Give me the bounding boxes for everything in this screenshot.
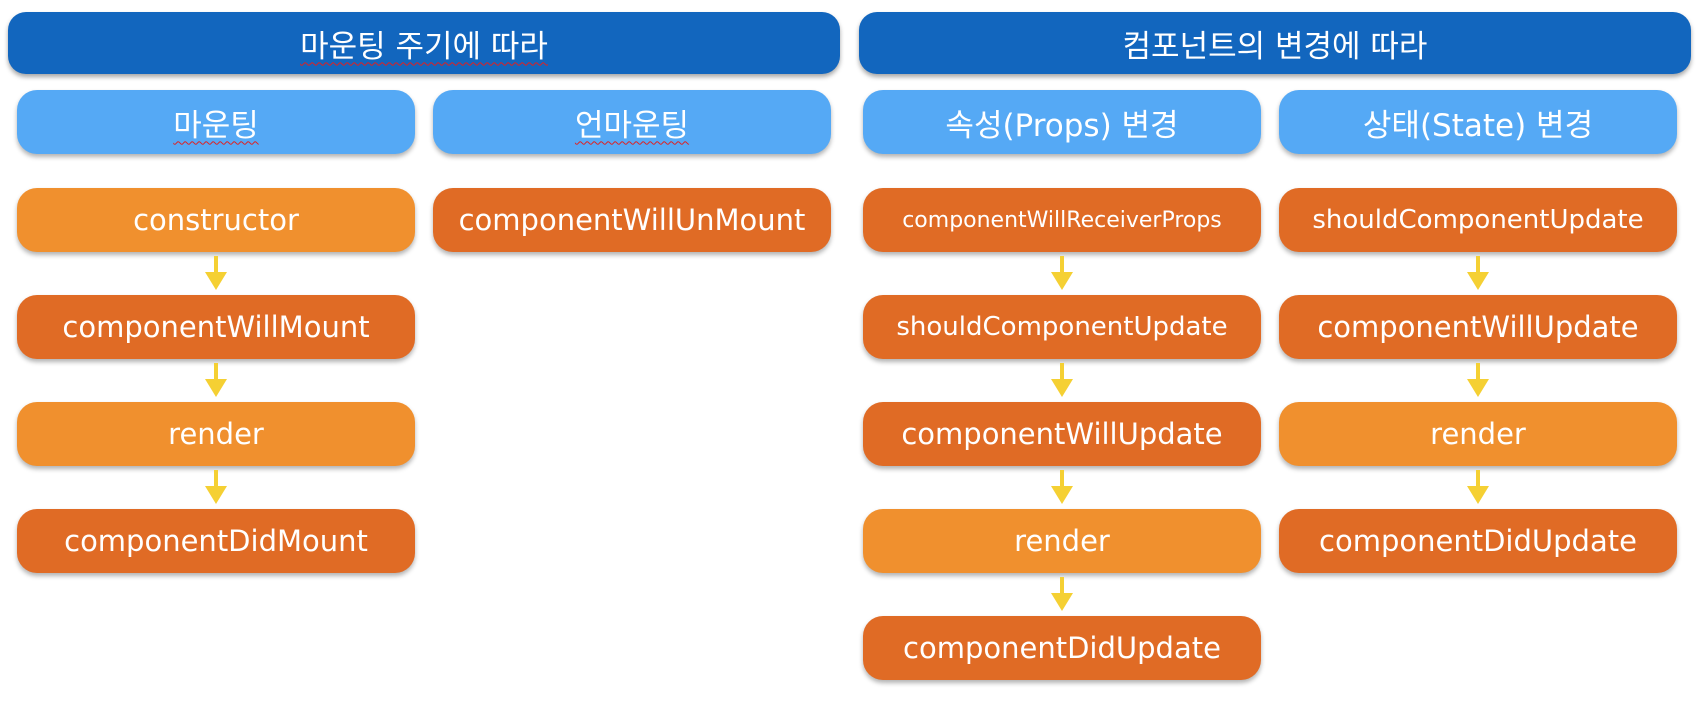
down-arrow-icon	[205, 256, 227, 290]
subheader-unmounting-label: 언마운팅	[574, 107, 690, 144]
down-arrow-icon	[1467, 256, 1489, 290]
step-should-component-update: shouldComponentUpdate	[863, 295, 1261, 359]
subheader-mounting: 마운팅	[17, 90, 415, 154]
step-constructor: constructor	[17, 188, 415, 252]
step-label: componentDidUpdate	[903, 631, 1221, 665]
subheader-state-change-label: 상태(State) 변경	[1362, 107, 1594, 144]
header-component-change: 컴포넌트의 변경에 따라	[859, 12, 1691, 74]
step-render: render	[863, 509, 1261, 573]
step-label: componentWillUpdate	[901, 417, 1223, 451]
step-label: componentDidUpdate	[1319, 524, 1637, 558]
step-component-will-update: componentWillUpdate	[863, 402, 1261, 466]
step-label: render	[168, 417, 264, 451]
step-render: render	[17, 402, 415, 466]
step-component-did-update: componentDidUpdate	[863, 616, 1261, 680]
down-arrow-icon	[205, 470, 227, 504]
step-label: componentWillMount	[62, 310, 370, 344]
step-component-will-unmount: componentWillUnMount	[433, 188, 831, 252]
step-component-will-update: componentWillUpdate	[1279, 295, 1677, 359]
step-label: componentWillUpdate	[1317, 310, 1639, 344]
step-component-will-receive-props: componentWillReceiverProps	[863, 188, 1261, 252]
down-arrow-icon	[205, 363, 227, 397]
down-arrow-icon	[1051, 470, 1073, 504]
subheader-state-change: 상태(State) 변경	[1279, 90, 1677, 154]
step-label: componentDidMount	[64, 524, 368, 558]
step-label: constructor	[133, 203, 299, 237]
step-component-did-mount: componentDidMount	[17, 509, 415, 573]
down-arrow-icon	[1467, 470, 1489, 504]
step-label: componentWillUnMount	[458, 203, 806, 237]
down-arrow-icon	[1467, 363, 1489, 397]
subheader-unmounting: 언마운팅	[433, 90, 831, 154]
step-render: render	[1279, 402, 1677, 466]
step-label: shouldComponentUpdate	[1312, 205, 1644, 235]
down-arrow-icon	[1051, 577, 1073, 611]
step-label: componentWillReceiverProps	[902, 207, 1222, 233]
step-component-did-update: componentDidUpdate	[1279, 509, 1677, 573]
header-mounting-cycle-label: 마운팅 주기에 따라	[300, 28, 548, 65]
header-component-change-label: 컴포넌트의 변경에 따라	[1122, 28, 1428, 65]
step-label: render	[1430, 417, 1526, 451]
subheader-mounting-label: 마운팅	[173, 107, 259, 144]
down-arrow-icon	[1051, 256, 1073, 290]
header-mounting-cycle: 마운팅 주기에 따라	[8, 12, 840, 74]
step-label: render	[1014, 524, 1110, 558]
subheader-props-change-label: 속성(Props) 변경	[945, 107, 1179, 144]
step-label: shouldComponentUpdate	[896, 312, 1228, 342]
down-arrow-icon	[1051, 363, 1073, 397]
step-should-component-update: shouldComponentUpdate	[1279, 188, 1677, 252]
step-component-will-mount: componentWillMount	[17, 295, 415, 359]
subheader-props-change: 속성(Props) 변경	[863, 90, 1261, 154]
